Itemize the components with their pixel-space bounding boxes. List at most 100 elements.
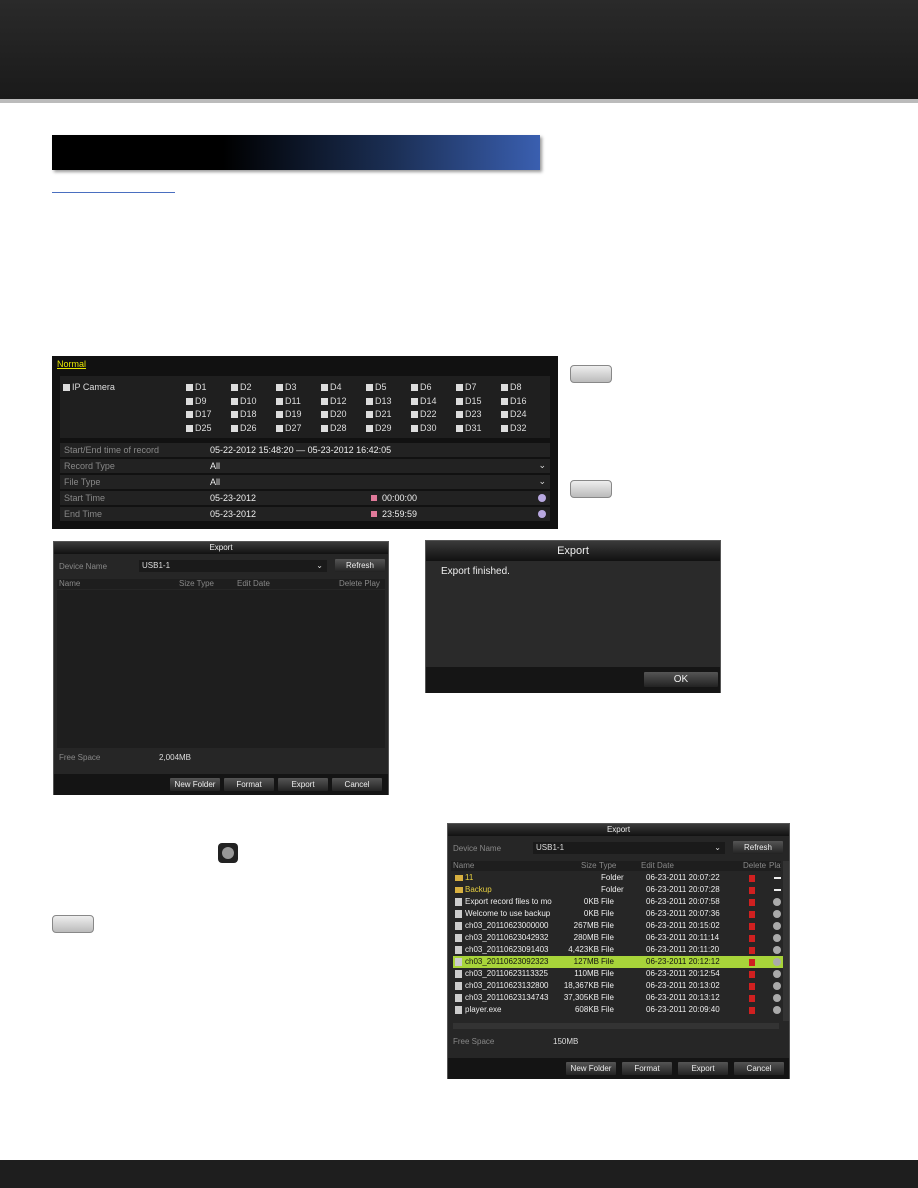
file-type-select[interactable]: All bbox=[210, 477, 550, 490]
delete-icon[interactable] bbox=[749, 971, 755, 978]
camera-checkbox[interactable]: D2 bbox=[231, 382, 252, 392]
tab-normal[interactable]: Normal bbox=[57, 359, 86, 369]
export-button[interactable]: Export bbox=[278, 778, 328, 791]
delete-icon[interactable] bbox=[749, 983, 755, 990]
start-clock-input[interactable]: 00:00:00 bbox=[382, 493, 532, 506]
play-icon[interactable] bbox=[773, 1006, 781, 1014]
format-button[interactable]: Format bbox=[224, 778, 274, 791]
file-row[interactable]: ch03_20110623000000 267MB File 06-23-2011 2… bbox=[453, 920, 783, 932]
refresh-button[interactable]: Refresh bbox=[335, 559, 385, 572]
camera-checkbox[interactable]: D30 bbox=[411, 423, 437, 433]
cancel-button[interactable]: Cancel bbox=[332, 778, 382, 791]
file-row[interactable]: Welcome to use backup 0KB File 06-23-2011 2… bbox=[453, 908, 783, 920]
delete-icon[interactable] bbox=[749, 995, 755, 1002]
play-icon[interactable] bbox=[773, 922, 781, 930]
clock-icon[interactable] bbox=[538, 494, 546, 502]
camera-checkbox[interactable]: D13 bbox=[366, 396, 392, 406]
export-button[interactable]: Export bbox=[678, 1062, 728, 1075]
camera-checkbox[interactable]: D23 bbox=[456, 409, 482, 419]
delete-icon[interactable] bbox=[749, 947, 755, 954]
cancel-button[interactable]: Cancel bbox=[734, 1062, 784, 1075]
camera-checkbox[interactable]: D17 bbox=[186, 409, 212, 419]
file-row[interactable]: ch03_20110623113325 110MB File 06-23-2011 2… bbox=[453, 968, 783, 980]
device-select[interactable]: USB1-1 ⌄ bbox=[533, 842, 725, 854]
camera-checkbox[interactable]: D18 bbox=[231, 409, 257, 419]
camera-checkbox[interactable]: D22 bbox=[411, 409, 437, 419]
format-button[interactable]: Format bbox=[622, 1062, 672, 1075]
camera-checkbox[interactable]: D9 bbox=[186, 396, 207, 406]
file-list[interactable] bbox=[57, 590, 385, 748]
camera-checkbox[interactable]: D8 bbox=[501, 382, 522, 392]
play-icon[interactable] bbox=[773, 898, 781, 906]
file-list[interactable]: 11 Folder 06-23-2011 20:07:22 Backup Folder 0… bbox=[448, 872, 784, 1024]
file-type-row[interactable]: File Type All ⌄ bbox=[60, 475, 550, 490]
start-date-input[interactable]: 05-23-2012 bbox=[210, 493, 370, 506]
camera-checkbox[interactable]: D29 bbox=[366, 423, 392, 433]
file-row[interactable]: ch03_20110623092323 127MB File 06-23-2011 2… bbox=[453, 956, 783, 968]
horizontal-scrollbar[interactable] bbox=[453, 1023, 779, 1029]
camera-checkbox[interactable]: D31 bbox=[456, 423, 482, 433]
camera-checkbox[interactable]: D1 bbox=[186, 382, 207, 392]
camera-checkbox[interactable]: D28 bbox=[321, 423, 347, 433]
delete-icon[interactable] bbox=[749, 875, 755, 882]
device-select[interactable]: USB1-1 ⌄ bbox=[139, 560, 327, 572]
end-clock-input[interactable]: 23:59:59 bbox=[382, 509, 532, 522]
calendar-icon[interactable] bbox=[371, 511, 377, 517]
ok-button[interactable]: OK bbox=[644, 672, 718, 687]
camera-checkbox[interactable]: D11 bbox=[276, 396, 301, 406]
calendar-icon[interactable] bbox=[371, 495, 377, 501]
camera-checkbox[interactable]: D26 bbox=[231, 423, 257, 433]
file-row[interactable]: Export record files to mo 0KB File 06-23-20… bbox=[453, 896, 783, 908]
clock-icon[interactable] bbox=[538, 510, 546, 518]
record-type-select[interactable]: All bbox=[210, 461, 550, 474]
camera-checkbox[interactable]: D21 bbox=[366, 409, 392, 419]
play-icon[interactable] bbox=[773, 994, 781, 1002]
camera-checkbox[interactable]: D24 bbox=[501, 409, 527, 419]
camera-checkbox[interactable]: D32 bbox=[501, 423, 527, 433]
delete-icon[interactable] bbox=[749, 899, 755, 906]
end-date-input[interactable]: 05-23-2012 bbox=[210, 509, 370, 522]
file-row[interactable]: Backup Folder 06-23-2011 20:07:28 bbox=[453, 884, 783, 896]
play-icon[interactable] bbox=[773, 934, 781, 942]
camera-checkbox[interactable]: D7 bbox=[456, 382, 477, 392]
delete-icon[interactable] bbox=[749, 887, 755, 894]
play-icon[interactable] bbox=[773, 946, 781, 954]
camera-checkbox[interactable]: D19 bbox=[276, 409, 302, 419]
camera-checkbox[interactable]: D6 bbox=[411, 382, 432, 392]
file-icon bbox=[455, 922, 462, 930]
play-icon[interactable] bbox=[773, 958, 781, 966]
camera-checkbox[interactable]: D25 bbox=[186, 423, 212, 433]
record-type-row[interactable]: Record Type All ⌄ bbox=[60, 459, 550, 474]
delete-icon[interactable] bbox=[749, 911, 755, 918]
file-row[interactable]: player.exe 608KB File 06-23-2011 20:09:40 bbox=[453, 1004, 783, 1016]
camera-checkbox[interactable]: D10 bbox=[231, 396, 257, 406]
delete-icon[interactable] bbox=[749, 1007, 755, 1014]
delete-icon[interactable] bbox=[749, 935, 755, 942]
camera-checkbox[interactable]: D5 bbox=[366, 382, 387, 392]
camera-checkbox[interactable]: D16 bbox=[501, 396, 527, 406]
file-row[interactable]: ch03_20110623134743 37,305KB File 06-23-201… bbox=[453, 992, 783, 1004]
file-row[interactable]: ch03_20110623091403 4,423KB File 06-23-2011… bbox=[453, 944, 783, 956]
play-icon[interactable] bbox=[773, 982, 781, 990]
play-icon[interactable] bbox=[773, 970, 781, 978]
file-row[interactable]: 11 Folder 06-23-2011 20:07:22 bbox=[453, 872, 783, 884]
chevron-down-icon[interactable]: ⌄ bbox=[538, 476, 546, 487]
camera-checkbox[interactable]: D27 bbox=[276, 423, 302, 433]
new-folder-button[interactable]: New Folder bbox=[170, 778, 220, 791]
file-row[interactable]: ch03_20110623042932 280MB File 06-23-2011 2… bbox=[453, 932, 783, 944]
vertical-scrollbar[interactable] bbox=[783, 861, 789, 1021]
new-folder-button[interactable]: New Folder bbox=[566, 1062, 616, 1075]
camera-checkbox[interactable]: D4 bbox=[321, 382, 342, 392]
chevron-down-icon[interactable]: ⌄ bbox=[538, 460, 546, 471]
camera-checkbox[interactable]: D14 bbox=[411, 396, 437, 406]
camera-checkbox[interactable]: D15 bbox=[456, 396, 482, 406]
play-icon[interactable] bbox=[773, 910, 781, 918]
file-row[interactable]: ch03_20110623132800 18,367KB File 06-23-201… bbox=[453, 980, 783, 992]
camera-checkbox[interactable]: D12 bbox=[321, 396, 347, 406]
delete-icon[interactable] bbox=[749, 959, 755, 966]
ip-camera-checkbox[interactable]: IP Camera bbox=[63, 382, 115, 392]
camera-checkbox[interactable]: D20 bbox=[321, 409, 347, 419]
delete-icon[interactable] bbox=[749, 923, 755, 930]
camera-checkbox[interactable]: D3 bbox=[276, 382, 297, 392]
refresh-button[interactable]: Refresh bbox=[733, 841, 783, 854]
